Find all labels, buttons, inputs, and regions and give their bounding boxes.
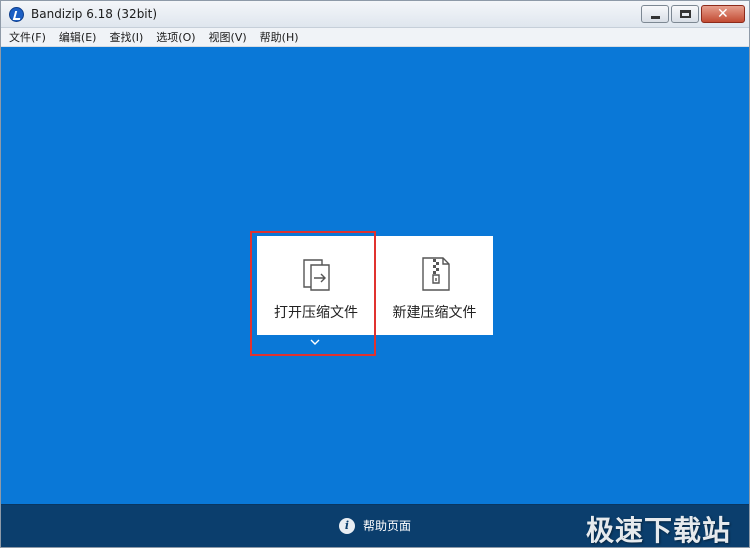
footer-bar: i 帮助页面 极速下载站 xyxy=(1,504,749,547)
new-archive-button[interactable]: 新建压缩文件 xyxy=(375,236,493,335)
menu-help[interactable]: 帮助(H) xyxy=(260,29,299,45)
menu-find[interactable]: 查找(I) xyxy=(109,29,143,45)
menu-edit[interactable]: 编辑(E) xyxy=(59,29,97,45)
title-bar[interactable]: Bandizip 6.18 (32bit) ✕ xyxy=(1,1,749,28)
new-archive-label: 新建压缩文件 xyxy=(392,305,477,321)
window-title: Bandizip 6.18 (32bit) xyxy=(31,7,158,21)
app-window: Bandizip 6.18 (32bit) ✕ 文件(F) 编辑(E) 查找(I… xyxy=(0,0,750,548)
help-page-link[interactable]: i 帮助页面 xyxy=(339,517,411,534)
main-area: 打开压缩文件 新建压缩文件 xyxy=(1,47,749,504)
highlight-box xyxy=(250,231,376,356)
menu-view[interactable]: 视图(V) xyxy=(209,29,247,45)
menu-options[interactable]: 选项(O) xyxy=(156,29,195,45)
watermark-text: 极速下载站 xyxy=(585,514,731,547)
maximize-button[interactable] xyxy=(671,5,699,23)
menu-file[interactable]: 文件(F) xyxy=(9,29,46,45)
zip-file-icon xyxy=(422,257,450,291)
window-controls: ✕ xyxy=(639,5,745,24)
maximize-icon xyxy=(680,10,691,18)
bandizip-logo-icon xyxy=(9,7,24,22)
help-page-label: 帮助页面 xyxy=(363,519,412,533)
info-icon: i xyxy=(339,517,355,534)
menu-bar: 文件(F) 编辑(E) 查找(I) 选项(O) 视图(V) 帮助(H) xyxy=(1,28,749,47)
close-button[interactable]: ✕ xyxy=(701,5,745,23)
minimize-button[interactable] xyxy=(641,5,669,23)
close-icon: ✕ xyxy=(717,6,729,22)
minimize-icon xyxy=(651,16,660,19)
